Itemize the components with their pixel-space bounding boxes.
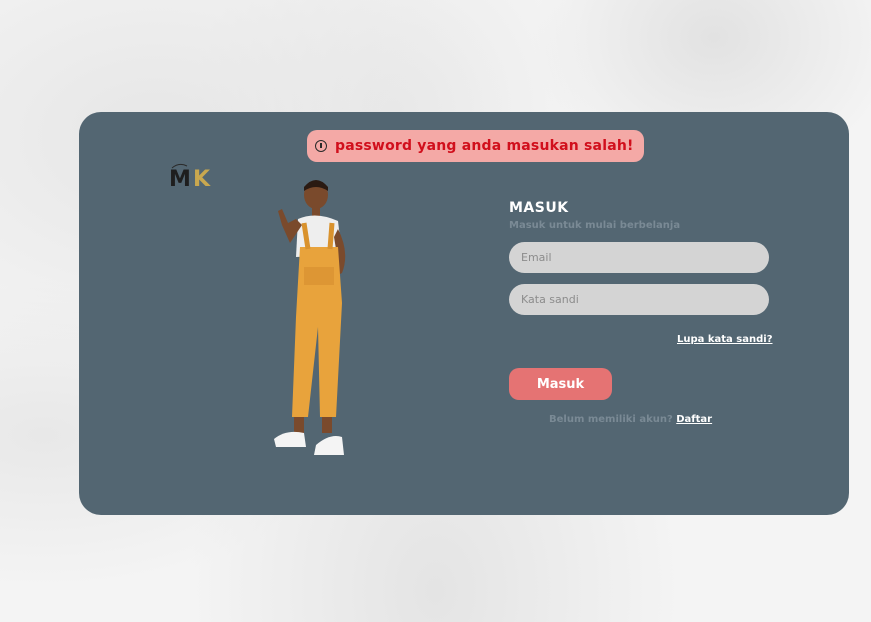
error-alert: password yang anda masukan salah! — [307, 130, 644, 162]
register-prompt-text: Belum memiliki akun? — [549, 414, 673, 425]
email-input[interactable] — [509, 242, 769, 273]
person-illustration — [274, 180, 346, 455]
register-prompt: Belum memiliki akun? Daftar — [549, 414, 712, 425]
clock-icon — [315, 140, 327, 152]
logo-letter-m: M — [169, 167, 191, 188]
form-title: MASUK — [509, 200, 569, 216]
form-subtitle: Masuk untuk mulai berbelanja — [509, 220, 681, 231]
register-link[interactable]: Daftar — [676, 414, 712, 425]
error-message: password yang anda masukan salah! — [335, 138, 634, 154]
login-form: MASUK Masuk untuk mulai berbelanja Lupa … — [509, 200, 789, 425]
password-input[interactable] — [509, 284, 769, 315]
login-card: M K password yang anda masukan salah! MA… — [79, 112, 849, 515]
login-button[interactable]: Masuk — [509, 368, 612, 400]
forgot-password-link[interactable]: Lupa kata sandi? — [677, 334, 773, 345]
logo-letter-k: K — [193, 167, 211, 188]
brand-logo: M K — [169, 163, 211, 188]
